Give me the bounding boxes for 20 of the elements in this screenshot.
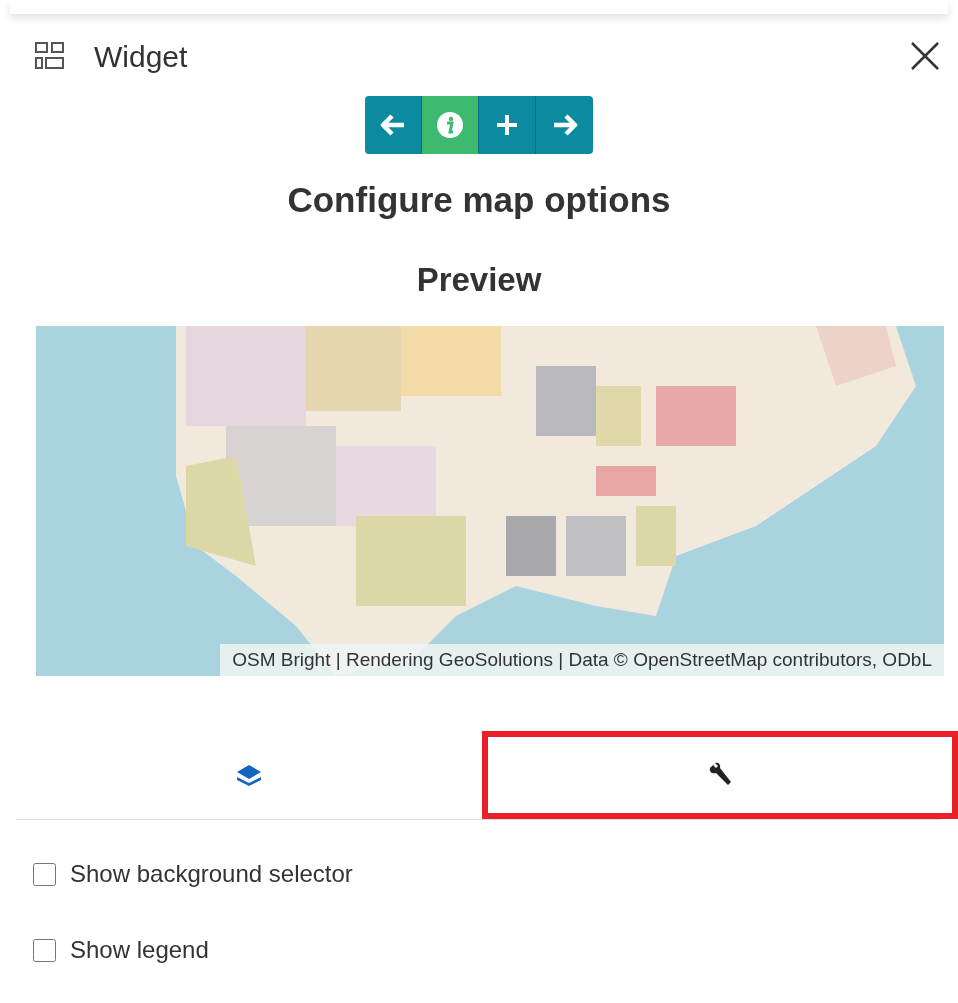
widget-icon — [34, 40, 66, 72]
checkbox-label: Show legend — [70, 935, 209, 965]
step-button[interactable] — [536, 96, 593, 154]
step-button[interactable] — [422, 96, 479, 154]
map-attribution: OSM Bright | Rendering GeoSolutions | Data © OpenStreetMap contributors, ODbL — [220, 643, 944, 676]
step-button[interactable] — [365, 96, 422, 154]
preview-title: Preview — [415, 259, 543, 300]
arrow-right-icon — [551, 114, 578, 136]
step-button[interactable] — [479, 96, 536, 154]
checkbox-label: Show background selector — [70, 859, 353, 889]
close-icon — [910, 41, 940, 71]
panel-title: Widget — [94, 38, 188, 75]
checkbox[interactable] — [33, 938, 56, 962]
checkbox[interactable] — [33, 862, 56, 886]
info-icon — [436, 111, 464, 139]
plus-icon — [495, 113, 519, 137]
section-heading: Configure map options — [286, 179, 672, 221]
arrow-left-icon — [380, 114, 406, 136]
layers-icon — [235, 763, 264, 787]
tab[interactable] — [481, 731, 958, 819]
